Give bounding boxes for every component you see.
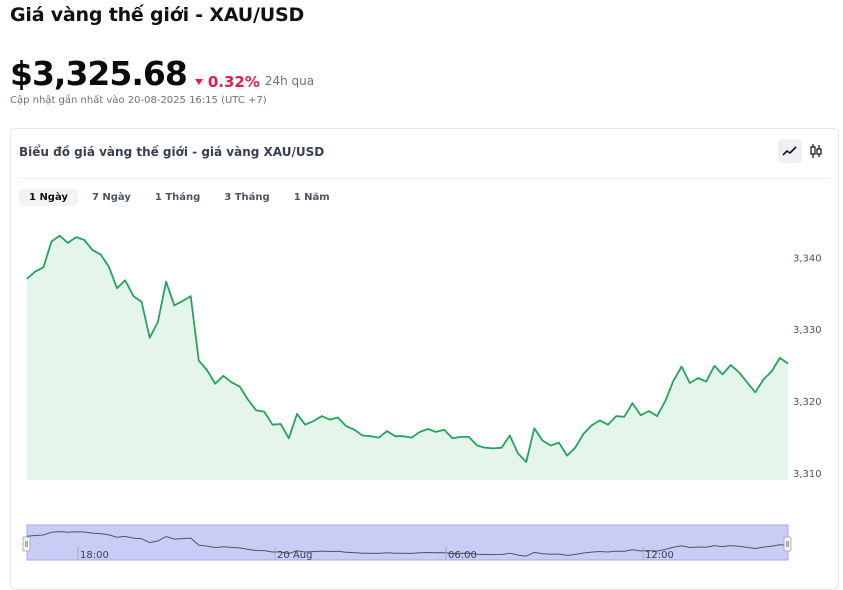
navigator[interactable]: 18:00 20 Aug 06:00 12:00: [22, 524, 792, 561]
navigator-right-handle[interactable]: [783, 536, 792, 552]
navigator-label: 06:00: [448, 550, 477, 561]
price-chart[interactable]: 3,340 3,330 3,320 3,310 18:00 20 Aug 06:…: [0, 0, 843, 572]
navigator-label: 18:00: [80, 550, 109, 561]
price-area: [27, 235, 788, 480]
navigator-label: 12:00: [645, 550, 674, 561]
y-tick: 3,310: [793, 469, 822, 480]
y-axis-ticks: 3,340 3,330 3,320 3,310: [793, 253, 822, 480]
navigator-left-handle[interactable]: [22, 536, 31, 552]
navigator-window[interactable]: [26, 524, 789, 561]
y-tick: 3,330: [793, 325, 822, 336]
navigator-label: 20 Aug: [277, 550, 312, 561]
y-tick: 3,340: [793, 253, 822, 264]
y-tick: 3,320: [793, 397, 822, 408]
